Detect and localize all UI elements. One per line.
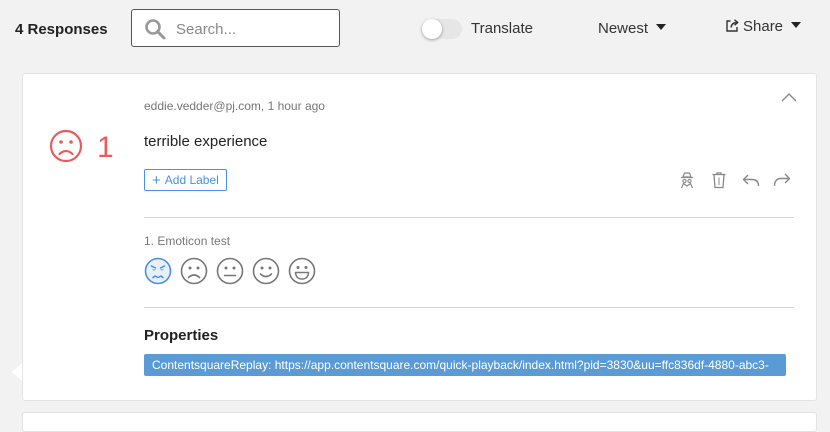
properties-title: Properties	[144, 327, 219, 344]
toolbar: 4 Responses Translate Newest Share	[0, 0, 830, 62]
angry-face-icon[interactable]	[144, 257, 172, 285]
add-label-text: Add Label	[164, 173, 219, 187]
score-value: 1	[97, 131, 114, 164]
next-response-card	[22, 412, 817, 432]
chevron-up-icon[interactable]	[780, 91, 798, 103]
forward-icon[interactable]	[772, 170, 792, 190]
translate-toggle[interactable]	[422, 19, 462, 39]
responses-count: 4 Responses	[15, 21, 108, 38]
reply-icon[interactable]	[741, 170, 761, 190]
share-icon	[726, 19, 739, 32]
caret-down-icon	[656, 24, 667, 30]
sad-face-icon	[49, 129, 83, 163]
search-box[interactable]	[131, 9, 340, 47]
search-input[interactable]	[174, 16, 338, 42]
plus-icon: +	[152, 172, 161, 189]
neutral-face-icon[interactable]	[216, 257, 244, 285]
sort-dropdown[interactable]: Newest	[598, 20, 667, 37]
response-meta: eddie.vedder@pj.com, 1 hour ago	[144, 99, 325, 113]
property-chip[interactable]: ContentsquareReplay: https://app.content…	[144, 354, 786, 376]
question-label: 1. Emoticon test	[144, 234, 231, 248]
divider	[144, 307, 794, 308]
anonymize-icon[interactable]	[677, 170, 697, 190]
sad-face-icon[interactable]	[180, 257, 208, 285]
translate-label: Translate	[471, 20, 533, 37]
divider	[144, 217, 794, 218]
sort-label: Newest	[598, 20, 649, 37]
trash-icon[interactable]	[709, 170, 729, 190]
share-label: Share	[743, 18, 784, 35]
add-label-button[interactable]: + Add Label	[144, 169, 227, 191]
grin-face-icon[interactable]	[288, 257, 316, 285]
smile-face-icon[interactable]	[252, 257, 280, 285]
share-dropdown[interactable]: Share	[725, 18, 802, 35]
search-icon	[145, 19, 166, 40]
caret-down-icon	[791, 22, 802, 28]
response-text: terrible experience	[144, 133, 268, 150]
toggle-knob	[422, 19, 442, 39]
response-card: 1 eddie.vedder@pj.com, 1 hour ago terrib…	[22, 73, 817, 401]
